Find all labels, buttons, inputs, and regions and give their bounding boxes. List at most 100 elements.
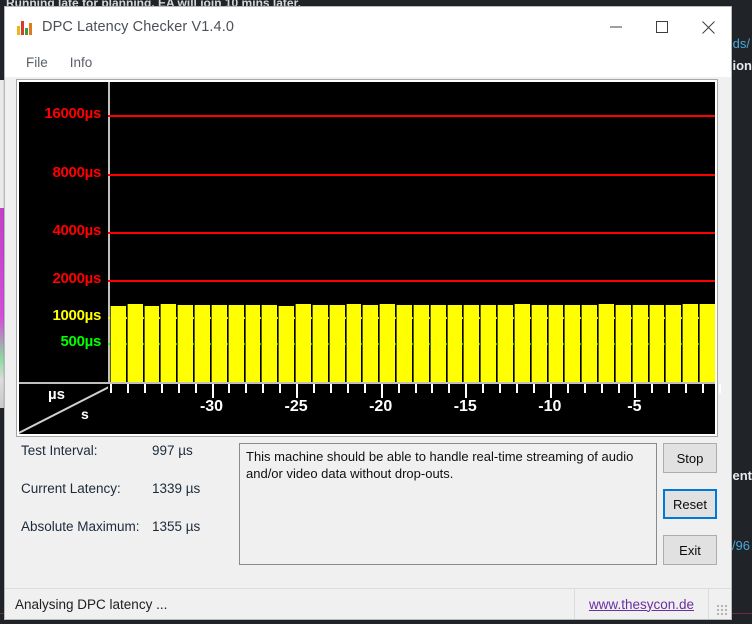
stat-absolute-maximum: Absolute Maximum: 1355 µs — [17, 519, 235, 557]
x-axis-tick — [617, 384, 620, 393]
background-right-text-3: ent — [732, 468, 752, 483]
stat-absolute-maximum-label: Absolute Maximum: — [21, 519, 140, 534]
x-axis: -30 -25 -20 -15 -10 -5 — [110, 384, 721, 434]
x-axis-tick — [262, 384, 265, 393]
stat-current-latency: Current Latency: 1339 µs — [17, 481, 235, 519]
bar — [278, 306, 295, 382]
x-axis-tick — [211, 384, 214, 398]
stat-current-latency-label: Current Latency: — [21, 481, 121, 496]
x-axis-tick — [380, 384, 383, 398]
bar — [598, 304, 614, 382]
bar — [581, 304, 598, 382]
x-axis-label--25: -25 — [284, 398, 308, 415]
bar — [295, 304, 311, 382]
menu-item-file[interactable]: File — [15, 52, 59, 73]
stat-absolute-maximum-value: 1355 µs — [152, 519, 201, 534]
bar — [244, 304, 261, 382]
close-icon[interactable] — [685, 7, 731, 47]
x-axis-tick — [685, 384, 688, 393]
exit-button[interactable]: Exit — [663, 535, 717, 565]
axis-unit-box: µs s — [19, 384, 108, 434]
bar — [227, 304, 244, 382]
bar — [126, 304, 143, 382]
x-axis-tick — [363, 384, 366, 393]
maximize-icon[interactable] — [639, 7, 685, 47]
x-axis-tick — [160, 384, 163, 393]
x-axis-label--10: -10 — [538, 398, 562, 415]
x-axis-tick — [702, 384, 705, 393]
bar — [345, 304, 362, 382]
info-row: Test Interval: 997 µs Current Latency: 1… — [17, 443, 719, 568]
x-axis-tick — [465, 384, 468, 398]
statistics-panel: Test Interval: 997 µs Current Latency: 1… — [17, 443, 235, 557]
bar — [648, 304, 665, 382]
bar — [446, 304, 463, 382]
y-axis-label-4000: 4000µs — [52, 222, 101, 239]
x-axis-tick — [279, 384, 282, 393]
bar — [110, 305, 126, 382]
y-axis-label-8000: 8000µs — [52, 164, 101, 181]
x-axis-tick — [532, 384, 535, 393]
menu-item-info[interactable]: Info — [59, 52, 104, 73]
bar — [480, 304, 497, 382]
x-axis-tick — [329, 384, 332, 393]
bar-series — [110, 82, 715, 382]
bar — [328, 304, 345, 382]
axis-unit-microseconds: µs — [48, 386, 65, 403]
dpc-latency-checker-window: DPC Latency Checker V1.4.0 File Info 160… — [4, 6, 732, 620]
bar — [682, 304, 698, 382]
x-axis-tick — [313, 384, 315, 393]
bar — [311, 304, 328, 382]
bar — [429, 304, 446, 382]
bar — [564, 304, 581, 382]
latency-graph: 16000µs 8000µs 4000µs 2000µs 1000µs 500µs -30… — [16, 79, 721, 437]
minimize-icon[interactable] — [593, 7, 639, 47]
x-axis-label--20: -20 — [369, 398, 393, 415]
menu-bar: File Info — [5, 47, 731, 77]
x-axis-tick — [228, 384, 231, 393]
y-axis-label-500: 500µs — [60, 333, 101, 350]
website-link[interactable]: www.thesycon.de — [575, 597, 708, 612]
bar — [379, 303, 396, 382]
resize-grip[interactable] — [709, 589, 731, 619]
x-axis-tick — [397, 384, 400, 393]
stat-test-interval: Test Interval: 997 µs — [17, 443, 235, 481]
bar — [631, 304, 648, 382]
background-right-text-1: ds/ — [732, 36, 750, 51]
reset-button[interactable]: Reset — [663, 489, 717, 519]
bar — [698, 304, 715, 382]
bar — [194, 305, 210, 382]
x-axis-label--30: -30 — [199, 398, 224, 415]
bar — [513, 304, 530, 382]
window-title: DPC Latency Checker V1.4.0 — [42, 19, 234, 35]
y-axis-label-16000: 16000µs — [44, 105, 101, 122]
x-axis-tick — [549, 384, 552, 398]
bar — [160, 303, 177, 382]
stat-test-interval-label: Test Interval: — [21, 443, 98, 458]
x-axis-tick — [448, 384, 451, 393]
x-axis-tick — [566, 384, 569, 393]
x-axis-tick — [110, 384, 112, 393]
x-axis-tick — [651, 384, 654, 393]
x-axis-tick — [143, 384, 146, 393]
x-axis-label--5: -5 — [627, 398, 642, 415]
bar — [143, 305, 160, 382]
y-axis-label-2000: 2000µs — [52, 270, 101, 287]
client-area: 16000µs 8000µs 4000µs 2000µs 1000µs 500µs -30… — [5, 77, 731, 619]
status-text: Analysing DPC latency ... — [15, 596, 168, 612]
x-axis-tick — [719, 384, 721, 393]
bar — [665, 304, 682, 382]
button-column: Stop Reset Exit — [663, 443, 719, 581]
stat-current-latency-value: 1339 µs — [152, 481, 201, 496]
stop-button[interactable]: Stop — [663, 443, 717, 473]
x-axis-tick — [245, 384, 248, 393]
plot-area — [110, 82, 715, 382]
x-axis-tick — [516, 384, 518, 393]
bar — [412, 304, 429, 382]
x-axis-tick — [600, 384, 603, 393]
y-axis-label-1000: 1000µs — [52, 307, 101, 324]
x-axis-tick — [668, 384, 671, 393]
x-axis-tick — [499, 384, 502, 393]
graph-plot-background: 16000µs 8000µs 4000µs 2000µs 1000µs 500µs -30… — [19, 82, 721, 434]
bar — [362, 304, 379, 382]
